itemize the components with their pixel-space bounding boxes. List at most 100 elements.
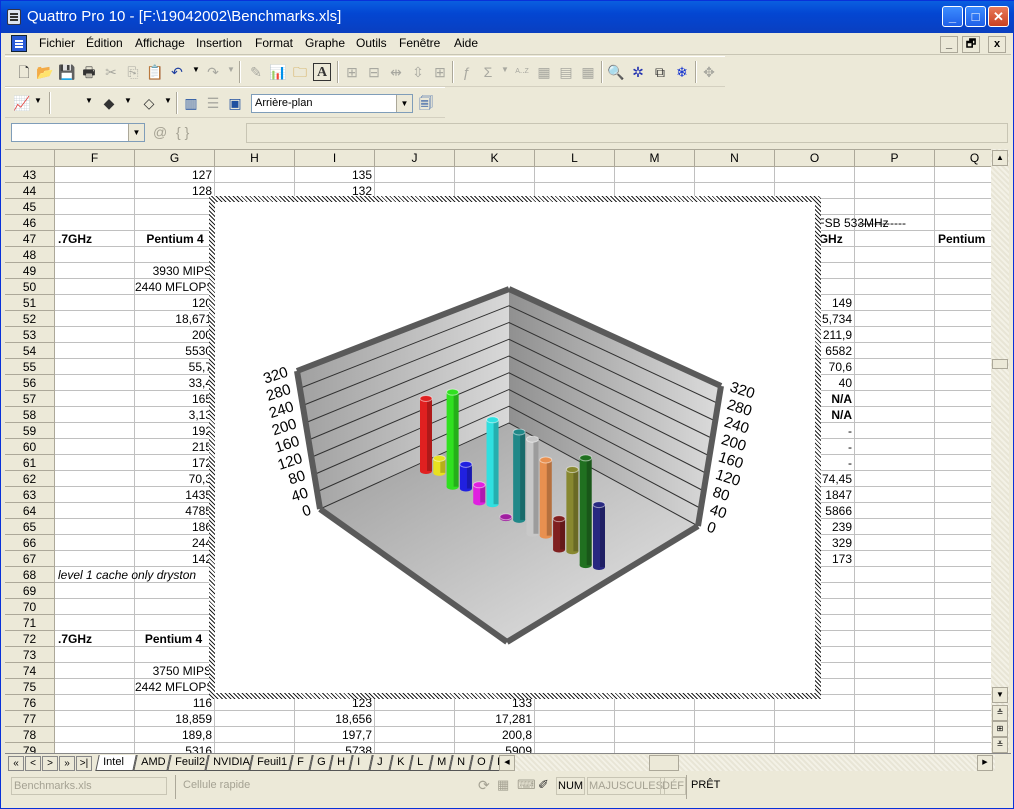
cell-I43[interactable]: 135: [295, 167, 375, 183]
chart-type-dropdown-icon[interactable]: ▼: [34, 96, 42, 105]
menu-fenetre[interactable]: Fenêtre: [399, 36, 440, 50]
row-header-77[interactable]: 77: [5, 711, 55, 727]
cell-G55[interactable]: 55,7: [135, 359, 215, 375]
chart-bar-s3[interactable]: [446, 388, 460, 490]
chart-bar-s6[interactable]: [486, 416, 500, 508]
row-header-43[interactable]: 43: [5, 167, 55, 183]
fill-color-icon[interactable]: ◆: [100, 94, 118, 112]
cell-P46[interactable]: ------------: [858, 215, 935, 231]
snowflake-icon[interactable]: ❄: [673, 63, 691, 81]
row-header-44[interactable]: 44: [5, 183, 55, 199]
fill-color-dropdown-icon[interactable]: ▼: [124, 96, 132, 105]
cell-G47[interactable]: Pentium 4: [135, 231, 215, 247]
copy-format-icon[interactable]: ⧉: [651, 63, 669, 81]
close-button[interactable]: ✕: [988, 6, 1009, 27]
braces-button[interactable]: { }: [176, 124, 189, 140]
cell-G43[interactable]: 127: [135, 167, 215, 183]
row-header-56[interactable]: 56: [5, 375, 55, 391]
row-header-78[interactable]: 78: [5, 727, 55, 743]
cell-G78[interactable]: 189,8: [135, 727, 215, 743]
print-icon[interactable]: 🖶: [80, 63, 98, 81]
column-header-N[interactable]: N: [695, 150, 775, 167]
zoom-icon[interactable]: 🔍: [607, 63, 625, 81]
h-scroll-thumb[interactable]: [649, 755, 679, 771]
fill-icon[interactable]: ▤: [557, 63, 575, 81]
line-color-dropdown-icon[interactable]: ▼: [164, 96, 172, 105]
line-color-icon[interactable]: ◇: [140, 94, 158, 112]
keyboard-icon[interactable]: ⌨: [517, 777, 536, 795]
copy-icon[interactable]: ⎘: [124, 63, 142, 81]
row-header-73[interactable]: 73: [5, 647, 55, 663]
minimize-button[interactable]: _: [942, 6, 963, 27]
cell-G54[interactable]: 5530: [135, 343, 215, 359]
row-header-58[interactable]: 58: [5, 407, 55, 423]
cell-I79[interactable]: 5738: [295, 743, 375, 753]
chart-bar-s4[interactable]: [459, 460, 473, 492]
row-header-69[interactable]: 69: [5, 583, 55, 599]
cell-Q47[interactable]: Pentium: [938, 231, 991, 247]
sheet-tab-feuil1[interactable]: Feuil1: [249, 755, 293, 771]
chart-bar-s13[interactable]: [579, 454, 593, 569]
text-box-icon[interactable]: A: [313, 63, 331, 81]
chart-type-icon[interactable]: 📈: [13, 94, 31, 112]
chart-bar-s5[interactable]: [472, 481, 486, 506]
cell-K78[interactable]: 200,8: [455, 727, 535, 743]
function-icon[interactable]: ƒ: [457, 63, 475, 81]
doc-close-button[interactable]: x: [988, 36, 1006, 53]
page-down-icon[interactable]: ≚: [992, 737, 1008, 753]
calculator-icon[interactable]: ▦: [497, 777, 509, 795]
sort-icon[interactable]: A‥Z: [513, 63, 531, 81]
chart-bar-s9[interactable]: [525, 435, 539, 537]
recalc-icon[interactable]: ⟳: [478, 777, 490, 795]
column-header-P[interactable]: P: [855, 150, 935, 167]
cell-G56[interactable]: 33,4: [135, 375, 215, 391]
chart-bar-s2[interactable]: [432, 454, 446, 476]
web-icon[interactable]: ✲: [629, 63, 647, 81]
select-all-corner[interactable]: [5, 150, 55, 167]
chart-3d-bar[interactable]: 0040408080120120160160200200240240280280…: [209, 196, 821, 699]
row-header-68[interactable]: 68: [5, 567, 55, 583]
row-header-45[interactable]: 45: [5, 199, 55, 215]
sheet-tab-amd[interactable]: AMD: [133, 755, 171, 771]
scroll-right-button[interactable]: ▶: [977, 755, 993, 771]
cell-G74[interactable]: 3750 MIPS: [135, 663, 215, 679]
chevron-down-icon[interactable]: ▼: [128, 124, 144, 141]
row-header-75[interactable]: 75: [5, 679, 55, 695]
vertical-scrollbar[interactable]: ▲ ▼ ≙ ⊞ ≚: [991, 149, 1009, 753]
format-painter-icon[interactable]: ✎: [247, 63, 265, 81]
list-icon[interactable]: ☰: [204, 94, 222, 112]
move-icon[interactable]: ✥: [700, 63, 718, 81]
chart-bar-s8[interactable]: [512, 428, 526, 523]
next-sheet-button[interactable]: >: [42, 756, 58, 771]
cell-G49[interactable]: 3930 MIPS: [135, 263, 215, 279]
chevron-down-icon[interactable]: ▼: [396, 95, 412, 112]
cell-I77[interactable]: 18,656: [295, 711, 375, 727]
cell-G72[interactable]: Pentium 4: [135, 631, 215, 647]
cell-F68[interactable]: level 1 cache only dryston: [58, 567, 215, 583]
cell-G60[interactable]: 215: [135, 439, 215, 455]
row-header-49[interactable]: 49: [5, 263, 55, 279]
row-header-67[interactable]: 67: [5, 551, 55, 567]
undo-icon[interactable]: ↶: [168, 63, 186, 81]
row-header-47[interactable]: 47: [5, 231, 55, 247]
insert-object-icon[interactable]: 🗀: [291, 63, 309, 81]
row-header-55[interactable]: 55: [5, 359, 55, 375]
object-props-icon[interactable]: 🗐: [417, 94, 435, 112]
column-header-Q[interactable]: Q: [935, 150, 991, 167]
column-header-F[interactable]: F: [55, 150, 135, 167]
row-header-71[interactable]: 71: [5, 615, 55, 631]
sum-dropdown-icon[interactable]: ▼: [501, 65, 509, 74]
row-header-62[interactable]: 62: [5, 471, 55, 487]
fit-height-icon[interactable]: ⇳: [409, 63, 427, 81]
cell-F72[interactable]: .7GHz: [58, 631, 135, 647]
quick-cell-field[interactable]: Cellule rapide: [183, 777, 250, 795]
cell-G51[interactable]: 120: [135, 295, 215, 311]
cell-G64[interactable]: 4785: [135, 503, 215, 519]
row-header-79[interactable]: 79: [5, 743, 55, 753]
sheet-tab-intel[interactable]: Intel: [95, 755, 137, 771]
chart-element-combo[interactable]: Arrière-plan ▼: [251, 94, 413, 113]
new-icon[interactable]: 🗋: [15, 63, 33, 81]
cell-G44[interactable]: 128: [135, 183, 215, 199]
redo-dropdown-icon[interactable]: ▼: [227, 65, 235, 74]
column-header-J[interactable]: J: [375, 150, 455, 167]
